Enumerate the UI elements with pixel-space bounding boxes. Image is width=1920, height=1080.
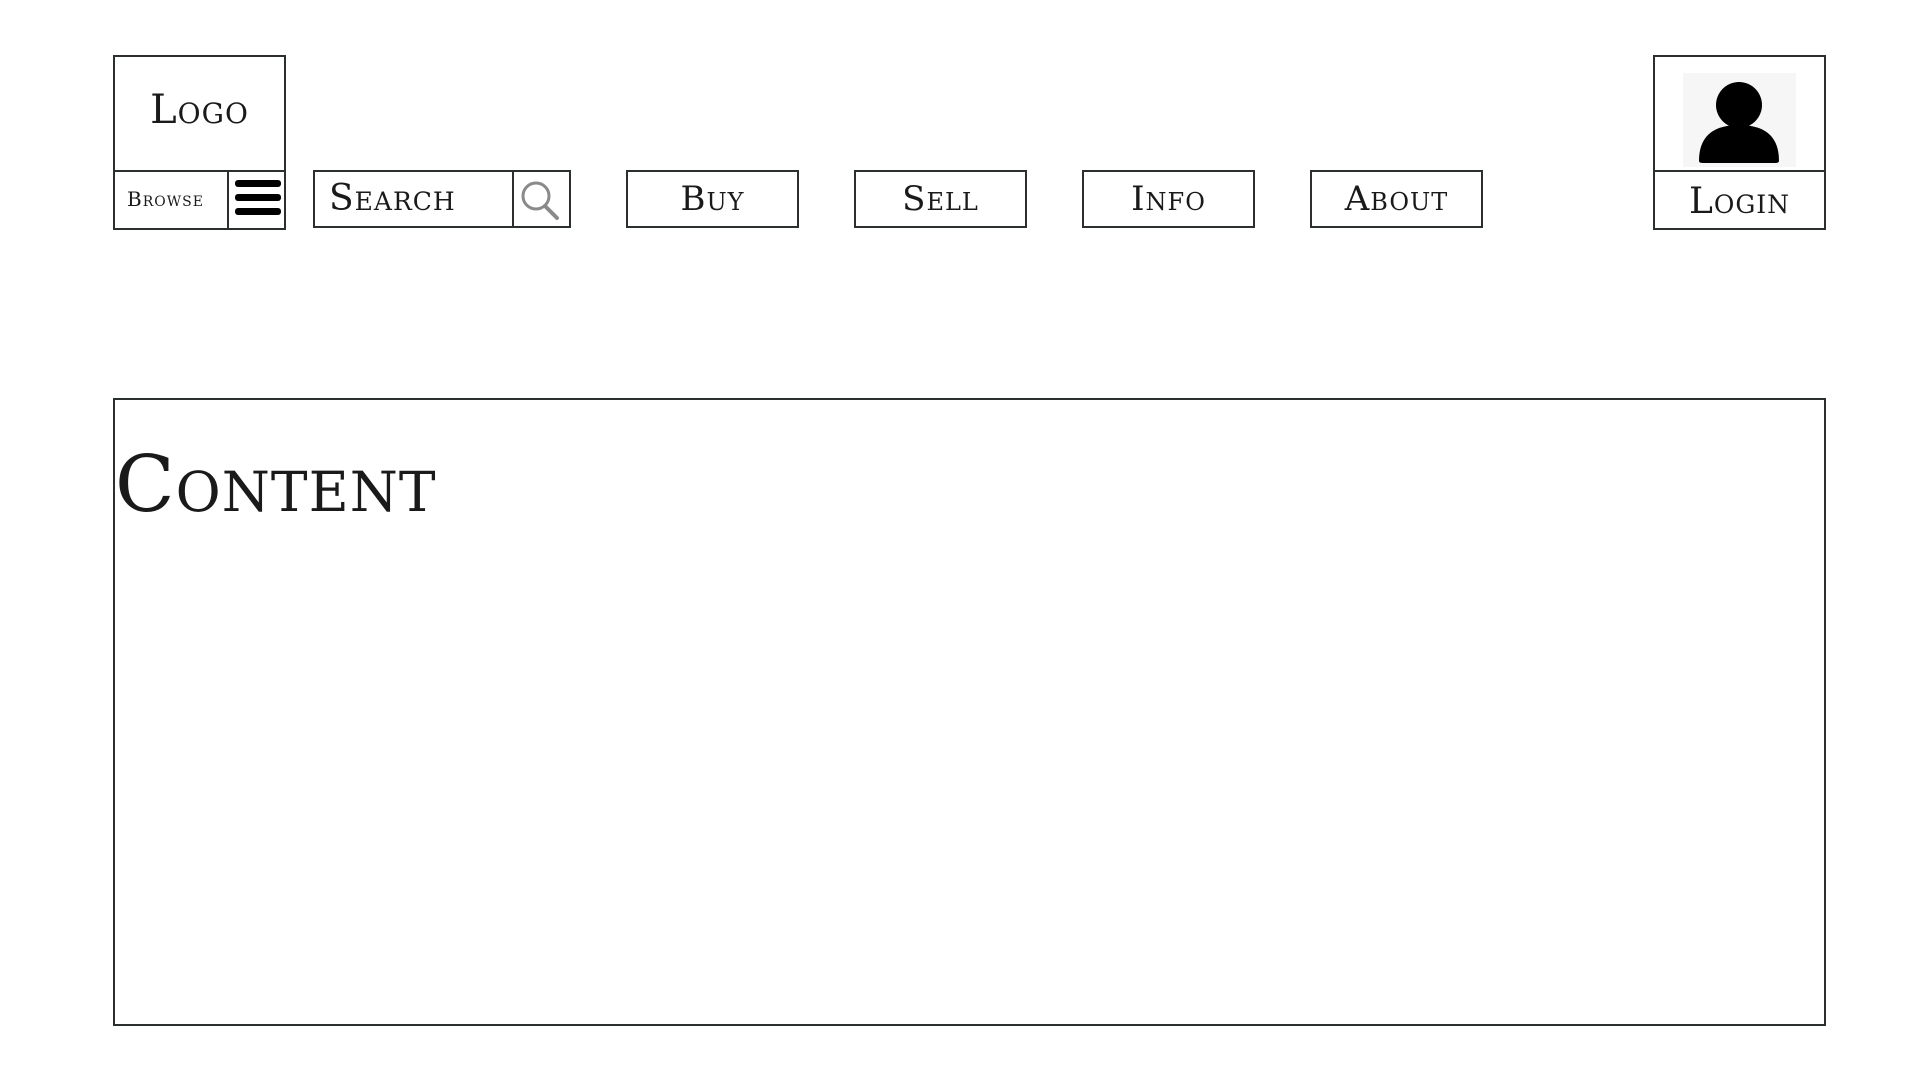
search-bar[interactable]: Search [313,170,571,228]
login-divider [1655,170,1824,172]
search-input[interactable]: Search [329,178,456,219]
nav-button-sell[interactable]: Sell [854,170,1027,228]
browse-label[interactable]: Browse [127,187,204,211]
search-button[interactable] [512,172,569,226]
magnifier-icon [521,181,559,220]
login-block[interactable]: Login [1653,55,1826,230]
nav-button-about[interactable]: About [1310,170,1483,228]
logo[interactable]: Logo [115,87,284,133]
hamburger-menu-icon[interactable] [227,170,286,230]
nav-button-buy[interactable]: Buy [626,170,799,228]
user-avatar-icon[interactable] [1683,73,1796,167]
content-title: Content [115,440,437,530]
content-area: Content [113,398,1826,1026]
login-button[interactable]: Login [1655,181,1824,222]
nav-button-info[interactable]: Info [1082,170,1255,228]
logo-block: Logo Browse [113,55,286,230]
